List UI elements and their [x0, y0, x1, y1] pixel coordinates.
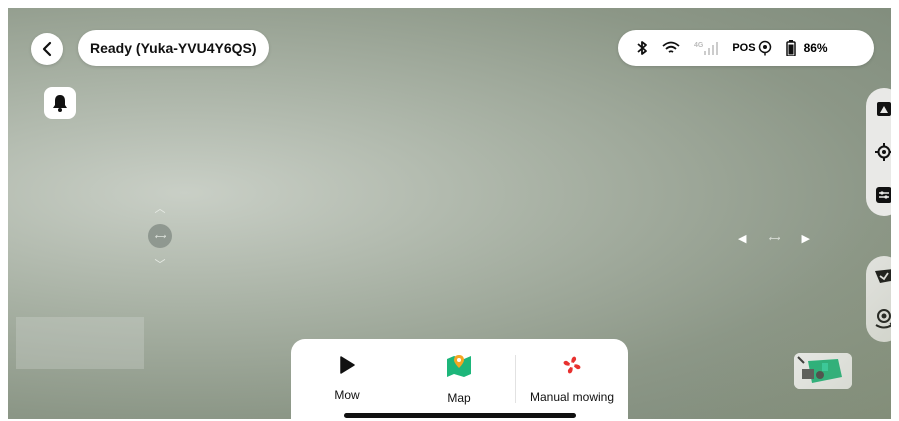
status-bar: 4G POS 86% [618, 30, 874, 66]
bluetooth-icon [637, 41, 647, 55]
minimap-thumbnail[interactable] [794, 353, 852, 389]
manual-mowing-label: Manual mowing [529, 390, 615, 404]
joystick-center[interactable]: ⟷ [768, 234, 779, 243]
minimap-image [794, 353, 852, 389]
cellular-signal: 4G [694, 41, 719, 55]
vertical-joystick[interactable]: ︿ ⟷ ﹀ [146, 200, 174, 272]
joystick-knob[interactable]: ⟷ [148, 224, 172, 248]
map-tools-toolbar [866, 88, 891, 216]
boundary-icon[interactable] [874, 268, 891, 284]
device-status-title: Ready (Yuka-YVU4Y6QS) [78, 30, 269, 66]
gps-status: POS [732, 40, 771, 56]
fan-icon [563, 356, 581, 374]
cellular-signal-icon [704, 42, 719, 55]
wifi-icon [662, 41, 680, 53]
home-indicator[interactable] [344, 413, 576, 418]
map-pin-icon [447, 355, 471, 377]
chevron-left-small-icon: ◀ [738, 232, 747, 245]
manual-mowing-button[interactable]: Manual mowing [516, 339, 628, 419]
play-icon [340, 356, 355, 374]
chevron-up-icon: ︿ [154, 203, 166, 215]
camera-switch-icon[interactable] [873, 308, 891, 330]
horizontal-joystick[interactable]: ◀ ⟷ ▶ [738, 226, 810, 250]
locate-icon[interactable] [874, 142, 891, 162]
mow-button[interactable]: Mow [291, 339, 403, 419]
gps-icon [758, 40, 771, 56]
device-title-text: Ready (Yuka-YVU4Y6QS) [90, 40, 257, 56]
battery-percent: 86% [803, 41, 828, 55]
map-button[interactable]: Map [403, 339, 515, 419]
pos-label: POS [732, 42, 756, 54]
map-label: Map [447, 391, 471, 405]
chevron-down-icon: ﹀ [154, 259, 166, 271]
mow-label: Mow [334, 388, 360, 402]
battery-icon [785, 40, 796, 56]
back-button[interactable] [31, 33, 63, 65]
map-view-icon[interactable] [875, 100, 891, 118]
battery-status: 86% [785, 40, 828, 56]
sliders-icon[interactable] [875, 186, 891, 204]
chevron-left-icon [42, 41, 52, 57]
notification-button[interactable] [44, 87, 76, 119]
bottom-action-dock: Mow Map Manual mowing [291, 339, 628, 419]
view-tools-toolbar [866, 256, 891, 342]
chevron-right-small-icon: ▶ [801, 232, 810, 245]
video-overlay-box [16, 317, 144, 369]
bell-icon [53, 95, 67, 112]
signal-label: 4G [694, 42, 704, 49]
